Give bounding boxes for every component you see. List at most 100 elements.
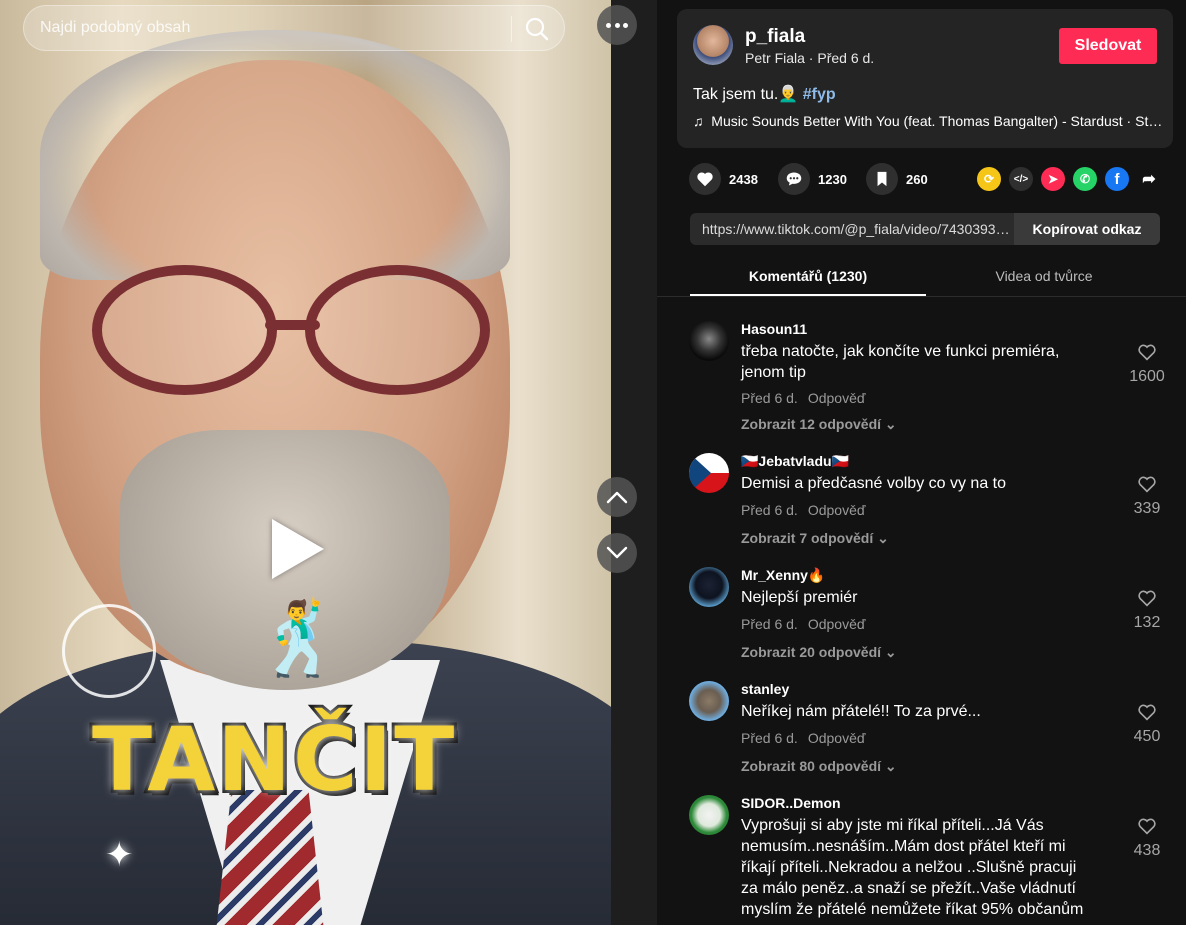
dancer-emoji: 🕺 [255,599,345,679]
comment-time: Před 6 d. [741,502,798,518]
comment-avatar[interactable] [689,795,729,835]
more-options-button[interactable] [597,5,637,45]
music-title[interactable]: Music Sounds Better With You (feat. Thom… [711,113,1163,129]
chevron-down-icon [606,546,628,559]
comment-like[interactable]: 450 [1117,703,1177,746]
search-bar[interactable]: Najdi podobný obsah [23,5,565,51]
comment-like[interactable]: 339 [1117,475,1177,518]
author-avatar[interactable] [693,25,733,65]
comment-time: Před 6 d. [741,616,798,632]
caption-text: Tak jsem tu. [693,86,779,103]
view-replies-button[interactable]: Zobrazit 12 odpovědí ⌄ [741,416,897,433]
comment-avatar[interactable] [689,453,729,493]
next-video-button[interactable] [597,533,637,573]
comment-avatar[interactable] [689,567,729,607]
chevron-down-icon: ⌄ [884,644,897,660]
view-replies-button[interactable]: Zobrazit 7 odpovědí ⌄ [741,530,889,547]
view-replies-label: Zobrazit 20 odpovědí [741,644,882,660]
comment-avatar[interactable] [689,321,729,361]
heart-outline-icon[interactable] [1137,703,1157,721]
search-input[interactable]: Najdi podobný obsah [40,19,190,37]
comment-username[interactable]: Mr_Xenny🔥 [741,567,825,584]
comment-time: Před 6 d. [741,390,798,406]
comment-text: Neříkej nám přátelé!! To za prvé... [741,703,981,720]
like-count: 2438 [729,171,758,187]
save-action[interactable]: 260 [866,163,928,195]
play-icon[interactable] [272,519,324,579]
chevron-down-icon: ⌄ [877,530,889,546]
video-player[interactable]: ✦ 🕺 TANČIT Najdi podobný obsah [0,0,657,925]
embed-icon[interactable]: </> [1009,167,1033,191]
comment-meta: Před 6 d. Odpověď [741,502,865,518]
comment-text: třeba natočte, jak končíte ve funkci pre… [741,343,1060,381]
view-replies-label: Zobrazit 7 odpovědí [741,530,874,546]
comment-username[interactable]: stanley [741,681,789,697]
comment-action[interactable]: 1230 [778,163,847,195]
comment-like-count: 450 [1133,728,1161,745]
author-username[interactable]: p_fiala [745,26,805,48]
reply-button[interactable]: Odpověď [808,616,866,632]
sticker-ring [62,604,156,698]
comment-icon[interactable] [778,163,810,195]
heart-outline-icon[interactable] [1137,589,1157,607]
view-replies-label: Zobrazit 80 odpovědí [741,758,882,774]
panel-tabs: Komentářů (1230) Videa od tvůrce [657,258,1186,297]
comment-like-count: 132 [1133,614,1161,631]
bookmark-icon[interactable] [866,163,898,195]
author-display-name[interactable]: Petr Fiala [745,50,805,66]
video-gutter [611,0,657,925]
video-overlay-text: TANČIT [89,705,457,814]
video-subject-glasses-right [305,265,490,395]
hashtag-link[interactable]: #fyp [803,86,836,103]
whatsapp-icon[interactable]: ✆ [1073,167,1097,191]
share-link-url[interactable]: https://www.tiktok.com/@p_fiala/video/74… [702,221,1010,237]
comment-like-count: 1600 [1129,368,1165,385]
comment-text: Vyprošuji si aby jste mi říkal příteli..… [741,817,1084,918]
comment-like[interactable]: 132 [1117,589,1177,632]
previous-video-button[interactable] [597,477,637,517]
comment-text: Demisi a předčasné volby co vy na to [741,475,1007,492]
tab-creator-videos[interactable]: Videa od tvůrce [926,268,1162,284]
heart-outline-icon[interactable] [1137,475,1157,493]
tab-comments[interactable]: Komentářů (1230) [690,268,926,284]
comment-username[interactable]: Hasoun11 [741,321,807,337]
post-caption: Tak jsem tu.👨‍🦳 #fyp [693,84,836,104]
like-action[interactable]: 2438 [689,163,758,195]
repost-icon[interactable]: ⟳ [977,167,1001,191]
follow-button[interactable]: Sledovat [1059,28,1157,64]
reply-button[interactable]: Odpověď [808,390,866,406]
comment-like[interactable]: 438 [1117,817,1177,860]
reply-button[interactable]: Odpověď [808,730,866,746]
send-to-friends-icon[interactable]: ➤ [1041,167,1065,191]
copy-link-button[interactable]: Kopírovat odkaz [1014,213,1160,245]
comment-username[interactable]: SIDOR..Demon [741,795,841,811]
heart-outline-icon[interactable] [1137,343,1157,361]
comment-avatar[interactable] [689,681,729,721]
comment-username[interactable]: 🇨🇿Jebatvladu🇨🇿 [741,453,849,470]
search-icon[interactable] [524,16,550,42]
heart-outline-icon[interactable] [1137,817,1157,835]
comment-like[interactable]: 1600 [1117,343,1177,386]
caption-emoji: 👨‍🦳 [778,86,799,103]
share-arrow-icon[interactable]: ➦ [1137,167,1161,191]
music-link[interactable]: ♫ Music Sounds Better With You (feat. Th… [693,113,1163,129]
comment-meta: Před 6 d. Odpověď [741,730,865,746]
share-link-box: https://www.tiktok.com/@p_fiala/video/74… [690,213,1160,245]
search-divider [511,16,512,42]
chevron-up-icon [606,491,628,504]
heart-icon[interactable] [689,163,721,195]
post-info-card: p_fiala Petr Fiala · Před 6 d. Sledovat … [677,9,1173,148]
facebook-icon[interactable]: f [1105,167,1129,191]
chevron-down-icon: ⌄ [884,758,897,774]
reply-button[interactable]: Odpověď [808,502,866,518]
music-note-icon: ♫ [693,113,704,129]
view-replies-button[interactable]: Zobrazit 80 odpovědí ⌄ [741,758,897,775]
view-replies-button[interactable]: Zobrazit 20 odpovědí ⌄ [741,644,897,661]
active-tab-indicator [690,294,926,296]
comment-count: 1230 [818,171,847,187]
comment-text: Nejlepší premiér [741,589,858,606]
details-panel: p_fiala Petr Fiala · Před 6 d. Sledovat … [657,0,1186,925]
video-subject-hair [40,30,510,280]
video-frame[interactable]: ✦ 🕺 TANČIT [0,0,611,925]
post-time: Před 6 d. [817,50,875,66]
